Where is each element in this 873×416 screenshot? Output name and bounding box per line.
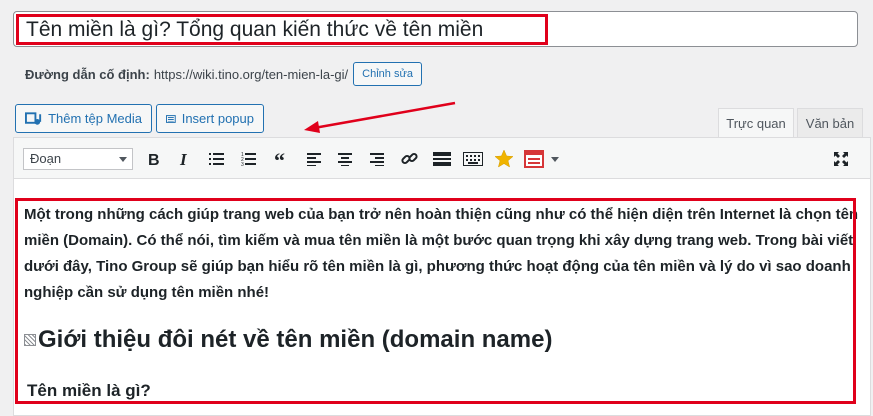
media-icon bbox=[25, 111, 42, 125]
link-icon bbox=[401, 152, 418, 165]
align-left-button[interactable] bbox=[302, 148, 326, 170]
popup-grid-icon bbox=[166, 114, 176, 123]
read-more-button[interactable] bbox=[430, 148, 454, 170]
svg-text:3: 3 bbox=[241, 162, 244, 166]
toolbar-toggle-button[interactable] bbox=[461, 148, 485, 170]
editor-toolbar: Đoạn B I 1 2 3 “ bbox=[14, 138, 870, 179]
svg-text:I: I bbox=[179, 151, 188, 167]
post-title-input[interactable]: Tên miền là gì? Tổng quan kiến thức về t… bbox=[13, 11, 858, 47]
blockquote-button[interactable]: “ bbox=[270, 148, 294, 170]
quote-icon: “ bbox=[274, 152, 285, 166]
intro-paragraph: Một trong những cách giúp trang web của … bbox=[24, 206, 859, 301]
align-center-icon bbox=[338, 153, 352, 166]
permalink-url[interactable]: https://wiki.tino.org/ten-mien-la-gi/ bbox=[154, 67, 348, 82]
bullet-list-icon bbox=[209, 153, 224, 165]
fullscreen-button[interactable] bbox=[829, 148, 853, 170]
align-center-button[interactable] bbox=[333, 148, 357, 170]
format-select-value: Đoạn bbox=[30, 151, 62, 166]
align-right-icon bbox=[370, 153, 384, 166]
chevron-down-icon bbox=[551, 157, 559, 162]
popup-shortcode-icon bbox=[524, 150, 544, 168]
heading-2-text: Giới thiệu đôi nét về tên miền (domain n… bbox=[38, 326, 553, 353]
anchor-icon bbox=[24, 334, 36, 346]
format-select[interactable]: Đoạn bbox=[23, 148, 133, 170]
insert-popup-label: Insert popup bbox=[181, 111, 254, 126]
add-media-label: Thêm tệp Media bbox=[48, 111, 142, 126]
chevron-down-icon bbox=[119, 157, 127, 162]
numbered-list-button[interactable]: 1 2 3 bbox=[237, 148, 261, 170]
editor-content[interactable]: Một trong những cách giúp trang web của … bbox=[24, 202, 862, 306]
align-left-icon bbox=[307, 153, 321, 166]
align-right-button[interactable] bbox=[365, 148, 389, 170]
arrow-annotation bbox=[304, 101, 456, 133]
editor-area[interactable]: Đoạn B I 1 2 3 “ Một trong những cách gi… bbox=[13, 137, 871, 416]
permalink-edit-button[interactable]: Chỉnh sửa bbox=[353, 62, 422, 86]
italic-icon: I bbox=[179, 151, 188, 167]
numbered-list-icon: 1 2 3 bbox=[241, 152, 256, 166]
heading-2: Giới thiệu đôi nét về tên miền (domain n… bbox=[24, 326, 552, 354]
heading-3: Tên miền là gì? bbox=[27, 381, 151, 400]
bullet-list-button[interactable] bbox=[205, 148, 229, 170]
svg-text:B: B bbox=[148, 152, 160, 167]
permalink-row: Đường dẫn cố định: https://wiki.tino.org… bbox=[25, 62, 422, 86]
fullscreen-icon bbox=[834, 152, 848, 166]
star-button[interactable] bbox=[492, 148, 516, 170]
bold-icon: B bbox=[148, 152, 160, 167]
add-media-button[interactable]: Thêm tệp Media bbox=[15, 104, 152, 133]
popup-shortcode-button[interactable] bbox=[524, 148, 564, 170]
italic-button[interactable]: I bbox=[172, 148, 196, 170]
insert-popup-button[interactable]: Insert popup bbox=[156, 104, 264, 133]
keyboard-icon bbox=[463, 152, 483, 166]
tab-text[interactable]: Văn bản bbox=[797, 108, 863, 138]
star-icon bbox=[494, 149, 514, 168]
svg-text:“: “ bbox=[274, 152, 285, 166]
insert-link-button[interactable] bbox=[398, 148, 422, 170]
tab-visual[interactable]: Trực quan bbox=[718, 108, 794, 138]
permalink-label: Đường dẫn cố định: bbox=[25, 66, 150, 82]
post-title-text: Tên miền là gì? Tổng quan kiến thức về t… bbox=[26, 18, 484, 41]
read-more-icon bbox=[433, 152, 451, 166]
bold-button[interactable]: B bbox=[141, 148, 165, 170]
